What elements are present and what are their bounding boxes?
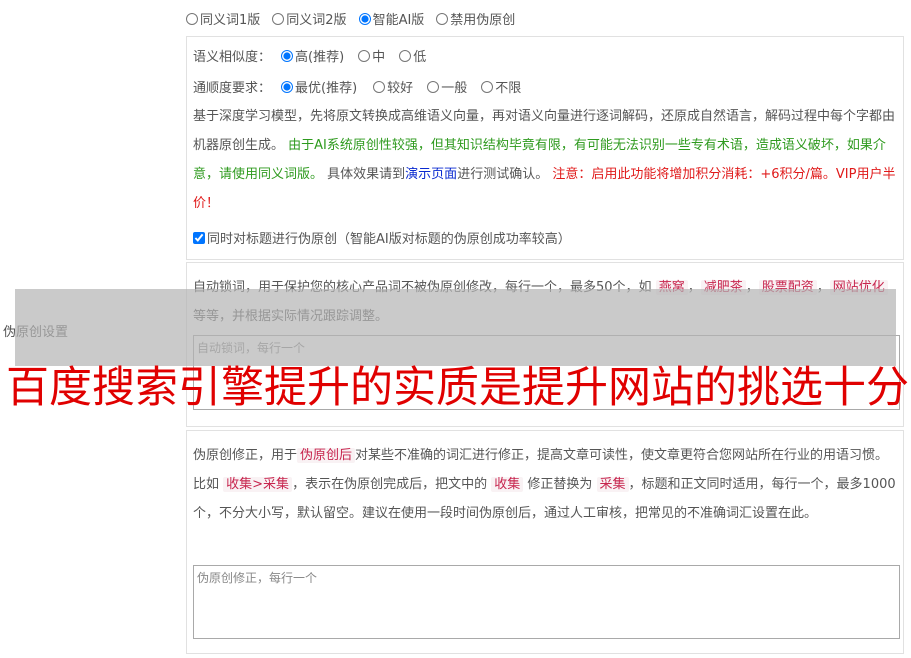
similarity-option-mid[interactable]: 中	[358, 46, 385, 65]
mode-option-disable[interactable]: 禁用伪原创	[436, 9, 515, 28]
fluency-option-any[interactable]: 不限	[481, 77, 521, 96]
fluency-radio-normal[interactable]	[427, 80, 440, 93]
watermark-text: 百度搜索引擎提升的实质是提升网站的挑选十分	[6, 363, 909, 413]
ai-desc-demo-text: 具体效果请到	[327, 167, 406, 182]
fluency-option-normal[interactable]: 一般	[427, 77, 467, 96]
mode-radio-group: 同义词1版 同义词2版 智能AI版 禁用伪原创	[186, 9, 515, 28]
fluency-option-best[interactable]: 最优(推荐)	[281, 77, 357, 96]
separator: ，	[816, 280, 830, 295]
similarity-row: 语义相似度： 高(推荐) 中 低	[193, 46, 426, 65]
lock-words-desc: 自动锁词，用于保护您的核心产品词不被伪原创修改，每行一个，最多50个，如	[193, 280, 652, 295]
similarity-radio-low[interactable]	[399, 49, 412, 62]
fluency-option-label: 一般	[441, 81, 468, 96]
mode-radio-synonym-1[interactable]	[186, 12, 198, 25]
separator: ，	[745, 280, 759, 295]
mode-option-label: 同义词2版	[286, 13, 347, 28]
code-tag: 收集>采集	[223, 477, 293, 492]
fluency-option-label: 最优(推荐)	[295, 81, 358, 96]
ai-settings-panel: 语义相似度： 高(推荐) 中 低 通顺度要求： 最优(推荐) 较好 一般 不限 …	[186, 36, 904, 260]
similarity-option-label: 中	[372, 50, 386, 65]
fluency-option-label: 不限	[495, 81, 522, 96]
correction-panel: 伪原创修正，用于 伪原创后 对某些不准确的词汇进行修正，提高文章可读性，使文章更符合…	[186, 430, 904, 654]
demo-page-link[interactable]: 演示页面	[405, 167, 457, 182]
correction-description: 伪原创修正，用于 伪原创后 对某些不准确的词汇进行修正，提高文章可读性，使文章更符合…	[193, 441, 897, 528]
mode-radio-ai[interactable]	[358, 12, 371, 25]
similarity-radio-high[interactable]	[281, 49, 294, 62]
mode-option-ai[interactable]: 智能AI版	[358, 9, 425, 28]
title-rewrite-label: 同时对标题进行伪原创（智能AI版对标题的伪原创成功率较高）	[207, 232, 571, 247]
example-keyword: 网站优化	[829, 280, 888, 295]
fluency-radio-best[interactable]	[281, 80, 294, 93]
example-keyword: 减肥茶	[700, 280, 746, 295]
similarity-label: 语义相似度：	[193, 50, 272, 65]
correction-input[interactable]	[193, 565, 900, 639]
mode-radio-disable[interactable]	[436, 12, 449, 25]
fluency-row: 通顺度要求： 最优(推荐) 较好 一般 不限	[193, 77, 521, 96]
ai-description: 基于深度学习模型，先将原文转换成高维语义向量，再对语义向量进行逐词解码，还原成自…	[193, 102, 897, 218]
correction-desc: 伪原创修正，用于	[193, 448, 298, 463]
similarity-option-label: 低	[413, 50, 427, 65]
fluency-option-label: 较好	[387, 81, 414, 96]
mode-option-label: 禁用伪原创	[450, 13, 516, 28]
settings-label: 伪原创设置	[3, 325, 69, 340]
lock-words-desc-tail: 等等，并根据实际情况跟踪调整。	[193, 309, 389, 324]
similarity-option-high[interactable]: 高(推荐)	[281, 46, 344, 65]
mode-radio-synonym-2[interactable]	[272, 12, 285, 25]
code-tag: 伪原创后	[297, 448, 356, 463]
correction-desc: 修正替换为	[527, 477, 593, 492]
code-tag: 采集	[596, 477, 629, 492]
mode-option-synonym-2[interactable]: 同义词2版	[272, 9, 347, 28]
lock-words-description: 自动锁词，用于保护您的核心产品词不被伪原创修改，每行一个，最多50个，如 燕窝，…	[193, 273, 897, 331]
mode-option-synonym-1[interactable]: 同义词1版	[186, 9, 260, 28]
mode-option-label: 同义词1版	[200, 13, 261, 28]
fluency-radio-any[interactable]	[481, 80, 494, 93]
correction-desc: ，表示在伪原创完成后，把文中的	[292, 477, 488, 492]
fluency-label: 通顺度要求：	[193, 81, 272, 96]
similarity-option-low[interactable]: 低	[399, 46, 426, 65]
similarity-option-label: 高(推荐)	[295, 50, 345, 65]
title-rewrite-checkbox-row[interactable]: 同时对标题进行伪原创（智能AI版对标题的伪原创成功率较高）	[193, 228, 571, 247]
similarity-radio-mid[interactable]	[358, 49, 371, 62]
title-rewrite-checkbox[interactable]	[193, 231, 205, 244]
example-keyword: 股票配资	[758, 280, 817, 295]
fluency-radio-good[interactable]	[373, 80, 386, 93]
ai-desc-demo-tail: 进行测试确认。	[457, 167, 549, 182]
example-keyword: 燕窝	[655, 280, 688, 295]
separator: ，	[687, 280, 701, 295]
fluency-option-good[interactable]: 较好	[373, 77, 413, 96]
mode-option-label: 智能AI版	[372, 13, 425, 28]
code-tag: 收集	[491, 477, 524, 492]
